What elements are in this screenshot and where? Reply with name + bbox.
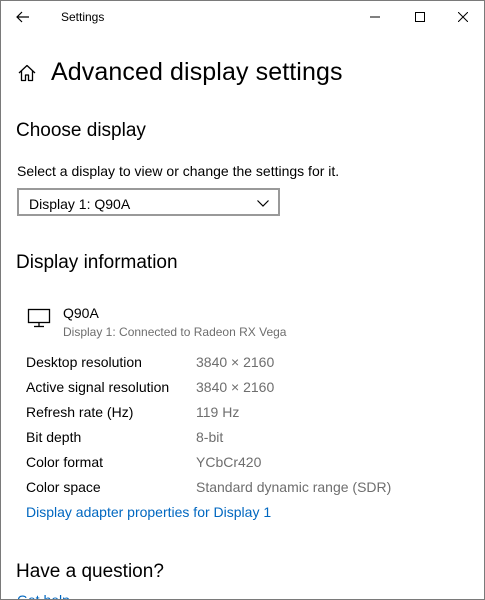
close-icon [458,12,468,22]
info-label: Desktop resolution [26,354,142,370]
minimize-button[interactable] [352,1,398,33]
choose-display-heading: Choose display [16,120,146,141]
page-title: Advanced display settings [51,57,343,86]
display-dropdown[interactable]: Display 1: Q90A [17,188,280,216]
info-row-bit-depth: Bit depth 8-bit [26,429,466,449]
choose-display-description: Select a display to view or change the s… [17,163,340,179]
display-adapter-properties-link[interactable]: Display adapter properties for Display 1 [26,504,271,520]
home-icon[interactable] [16,62,38,84]
get-help-link[interactable]: Get help [17,592,70,599]
info-row-color-format: Color format YCbCr420 [26,454,466,474]
app-title: Settings [61,10,105,24]
info-row-refresh-rate: Refresh rate (Hz) 119 Hz [26,404,466,424]
back-button[interactable] [7,3,39,31]
info-label: Bit depth [26,429,82,445]
info-value: YCbCr420 [196,454,262,470]
maximize-button[interactable] [397,1,443,33]
page-header: Advanced display settings [16,57,343,87]
info-value: Standard dynamic range (SDR) [196,479,392,495]
chevron-down-icon [257,200,269,207]
info-row-color-space: Color space Standard dynamic range (SDR) [26,479,466,499]
info-label: Color format [26,454,104,470]
info-value: 119 Hz [196,404,240,420]
display-information-heading: Display information [16,252,178,273]
info-value: 8-bit [196,429,224,445]
monitor-connection-info: Display 1: Connected to Radeon RX Vega [63,325,287,339]
info-label: Color space [26,479,101,495]
minimize-icon [370,16,380,18]
monitor-name: Q90A [63,305,99,321]
info-row-desktop-resolution: Desktop resolution 3840 × 2160 [26,354,466,374]
settings-window: Settings Advanced display settings Choos… [0,0,485,600]
info-label: Refresh rate (Hz) [26,404,134,420]
close-button[interactable] [440,1,484,33]
back-arrow-icon [16,11,29,23]
have-a-question-heading: Have a question? [16,561,164,582]
info-value: 3840 × 2160 [196,354,275,370]
info-label: Active signal resolution [26,379,170,395]
info-value: 3840 × 2160 [196,379,275,395]
info-row-active-signal-resolution: Active signal resolution 3840 × 2160 [26,379,466,399]
monitor-icon [27,308,51,328]
maximize-icon [415,12,425,22]
display-dropdown-value: Display 1: Q90A [29,196,131,212]
title-bar: Settings [1,1,484,34]
